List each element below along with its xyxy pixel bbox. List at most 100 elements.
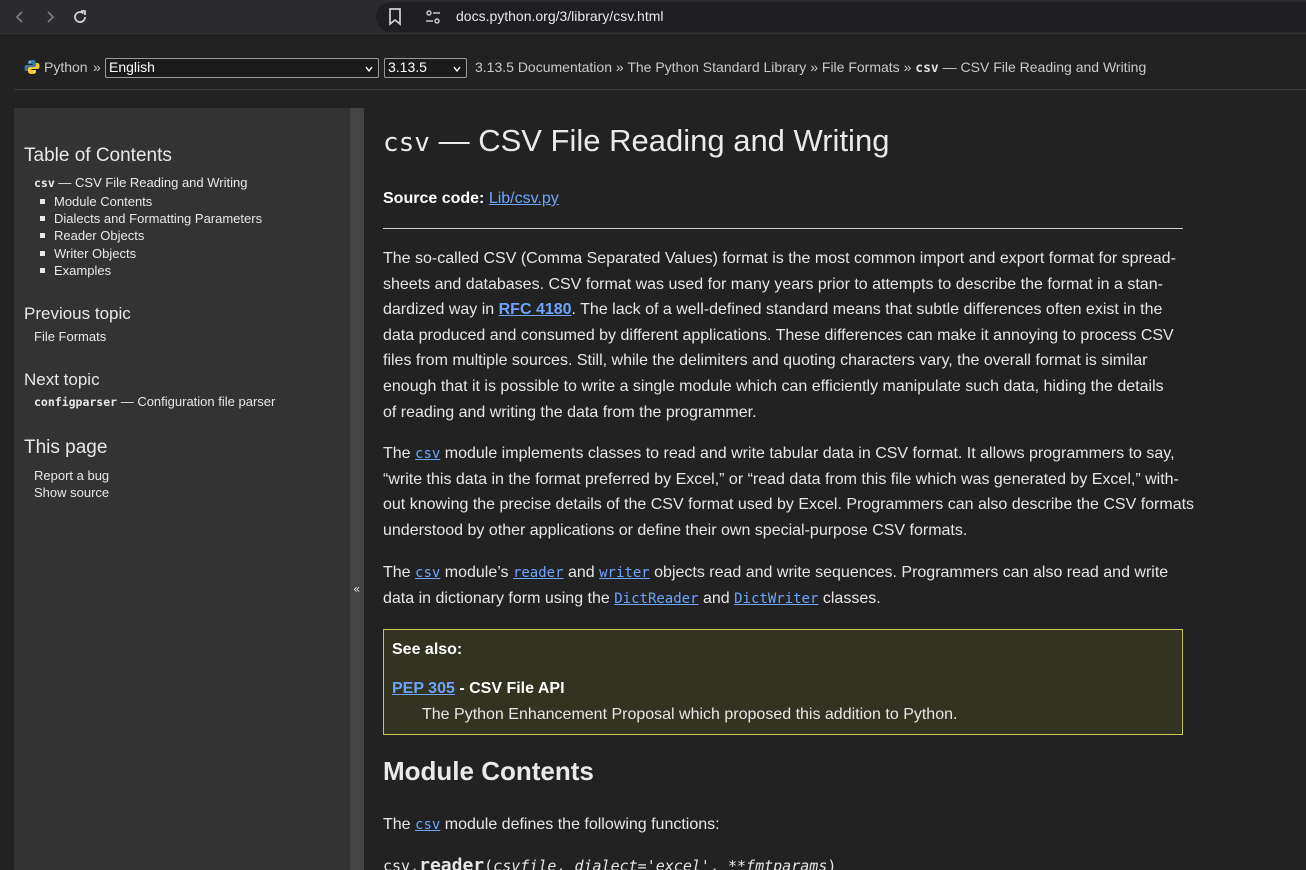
text-fragment: data in dictionary form using the — [383, 589, 615, 607]
writer-link[interactable]: writer — [599, 565, 650, 581]
signature-prefix: csv. — [383, 857, 420, 870]
text-fragment: dardized way in — [383, 301, 499, 319]
breadcrumb: 3.13.5 Documentation » The Python Standa… — [475, 59, 1146, 76]
toc-item-module-contents[interactable]: Module Contents — [54, 194, 152, 209]
page-title-text: — CSV File Reading and Writing — [429, 123, 890, 158]
bullet-icon — [40, 268, 45, 273]
next-topic-heading: Next topic — [24, 370, 100, 389]
page-title: csv — CSV File Reading and Writing — [383, 123, 889, 159]
show-source-link[interactable]: Show source — [34, 485, 109, 500]
text-line: data in dictionary form using the DictRe… — [383, 586, 1183, 612]
chevron-down-icon — [453, 66, 461, 73]
page-title-module: csv — [383, 128, 430, 158]
see-also-box: See also: PEP 305 - CSV File API The Pyt… — [383, 629, 1183, 735]
text-line: data produced and consumed by different … — [383, 326, 1174, 344]
sidebar-collapse-button[interactable]: « — [350, 108, 364, 870]
crumb-current: csv — CSV File Reading and Writing — [915, 59, 1147, 76]
toc-item-examples[interactable]: Examples — [54, 263, 111, 278]
text-line: The csv module’s reader and writer objec… — [383, 560, 1183, 586]
breadcrumb-bar: Python » English 3.13.5 3.13.5 Documenta… — [14, 52, 1306, 90]
text-line: sheets and databases. CSV format was use… — [383, 275, 1163, 293]
toc-item-reader-objects[interactable]: Reader Objects — [54, 228, 144, 243]
text-line: The so-called CSV (Comma Separated Value… — [383, 250, 1176, 267]
browser-toolbar: docs.python.org/3/library/csv.html — [0, 0, 1306, 36]
collapse-icon: « — [353, 582, 361, 596]
site-info-icon[interactable] — [424, 8, 442, 26]
language-select-value: English — [109, 59, 155, 75]
toc-heading: Table of Contents — [24, 145, 172, 166]
csv-module-link[interactable]: csv — [415, 817, 440, 833]
address-bar[interactable]: docs.python.org/3/library/csv.html — [376, 2, 1306, 32]
text-fragment: module implements classes to read and wr… — [440, 445, 1175, 462]
text-line: enough that it is possible to write a si… — [383, 377, 1164, 395]
reload-icon[interactable] — [68, 6, 92, 28]
text-fragment: module’s — [440, 564, 513, 581]
text-fragment: . The lack of a well-defined standard me… — [571, 301, 1163, 319]
language-select[interactable]: English — [105, 58, 379, 78]
next-topic-link[interactable]: configparser — Configuration file parser — [34, 394, 275, 409]
signature-paren: ) — [827, 857, 837, 870]
rfc-4180-link[interactable]: RFC 4180 — [499, 301, 572, 318]
text-line: files from multiple sources. Still, whil… — [383, 352, 1148, 370]
crumb-separator: » — [903, 59, 912, 75]
text-fragment: classes. — [818, 589, 881, 607]
signature-comma: , — [556, 857, 575, 870]
intro-paragraph: The so-called CSV (Comma Separated Value… — [383, 246, 1183, 425]
breadcrumb-separator: » — [93, 59, 101, 75]
signature-param: **fmtparams — [728, 857, 828, 870]
text-fragment: and — [698, 589, 735, 607]
text-line: The csv module implements classes to rea… — [383, 441, 1183, 467]
text-line: understood by other applications or defi… — [383, 521, 968, 539]
text-fragment: and — [563, 564, 600, 581]
text-fragment: module defines the following functions: — [440, 816, 720, 833]
toc-root-link[interactable]: csv — CSV File Reading and Writing — [34, 175, 247, 190]
text-fragment: objects read and write sequences. Progra… — [649, 564, 1169, 581]
crumb-stdlib[interactable]: The Python Standard Library — [627, 59, 806, 75]
csv-module-link[interactable]: csv — [415, 565, 440, 581]
signature-param: csvfile — [493, 857, 557, 870]
forward-icon[interactable] — [38, 6, 62, 28]
reader-writer-paragraph: The csv module’s reader and writer objec… — [383, 560, 1183, 611]
bullet-icon — [40, 251, 45, 256]
signature-param: dialect='excel' — [574, 857, 710, 870]
csv-module-link[interactable]: csv — [415, 446, 440, 462]
python-home-link[interactable]: Python — [44, 59, 88, 75]
crumb-current-module: csv — [915, 61, 939, 76]
text-line: The csv module defines the following fun… — [383, 812, 1183, 838]
signature-name: reader — [419, 855, 485, 870]
see-also-description: The Python Enhancement Proposal which pr… — [422, 706, 958, 723]
source-code-line: Source code: Lib/csv.py — [383, 190, 559, 208]
crumb-file-formats[interactable]: File Formats — [822, 59, 900, 75]
bullet-icon — [40, 199, 45, 204]
next-topic-title: — Configuration file parser — [117, 394, 276, 409]
toc-root-module: csv — [34, 176, 55, 190]
text-fragment: The — [383, 816, 416, 833]
previous-topic-heading: Previous topic — [24, 304, 131, 323]
crumb-docs[interactable]: 3.13.5 Documentation — [475, 59, 612, 75]
toc-item-writer-objects[interactable]: Writer Objects — [54, 246, 136, 261]
see-also-pep-line: PEP 305 - CSV File API — [392, 680, 565, 698]
source-code-link[interactable]: Lib/csv.py — [489, 190, 559, 207]
text-line: “write this data in the format preferred… — [383, 470, 1179, 488]
reader-link[interactable]: reader — [513, 565, 564, 581]
url-text[interactable]: docs.python.org/3/library/csv.html — [456, 8, 664, 24]
crumb-current-title: — CSV File Reading and Writing — [938, 59, 1147, 75]
signature-paren: ( — [484, 857, 494, 870]
this-page-heading: This page — [24, 437, 108, 458]
sidebar: Table of Contents csv — CSV File Reading… — [14, 108, 350, 870]
dictreader-link[interactable]: DictReader — [614, 591, 698, 607]
previous-topic-link[interactable]: File Formats — [34, 329, 106, 344]
crumb-separator: » — [810, 59, 818, 75]
version-select[interactable]: 3.13.5 — [384, 58, 467, 78]
back-icon[interactable] — [8, 6, 32, 28]
bookmark-icon[interactable] — [386, 7, 404, 27]
text-fragment: The — [383, 445, 416, 462]
see-also-pep-title: - CSV File API — [454, 680, 565, 697]
toc-root-title: — CSV File Reading and Writing — [54, 175, 248, 190]
pep-305-link[interactable]: PEP 305 — [392, 680, 455, 697]
report-bug-link[interactable]: Report a bug — [34, 468, 109, 483]
dictwriter-link[interactable]: DictWriter — [734, 591, 818, 607]
next-topic-module: configparser — [34, 395, 118, 409]
toc-item-dialects[interactable]: Dialects and Formatting Parameters — [54, 211, 262, 226]
chevron-down-icon — [365, 66, 373, 73]
